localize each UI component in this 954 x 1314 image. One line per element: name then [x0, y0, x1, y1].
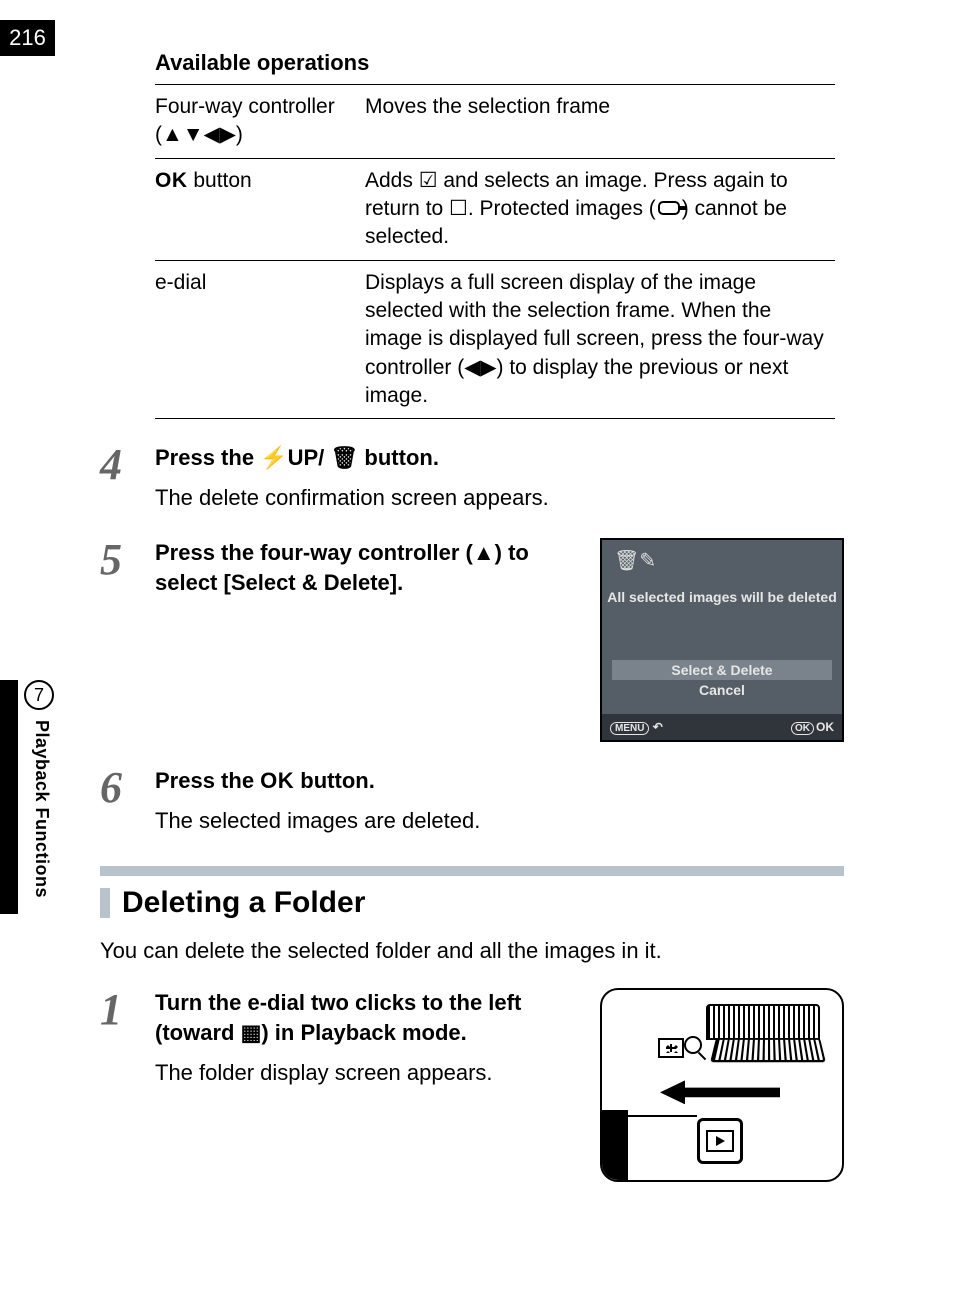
box-icon: ☐ [449, 197, 468, 220]
step-number: 4 [100, 443, 155, 513]
step-description: The delete confirmation screen appears. [155, 483, 844, 514]
lcd-select-delete-option: Select & Delete [612, 660, 832, 680]
lcd-confirmation-screen: 🗑✎ All selected images will be deleted S… [600, 538, 844, 742]
available-operations-table: Four-way controller (▲▼◀▶) Moves the sel… [155, 84, 835, 419]
left-arrow-icon [660, 1080, 780, 1104]
step-title-text: button. [358, 445, 439, 470]
operation-description: Adds ☑ and selects an image. Press again… [365, 158, 835, 260]
trash-select-icon: 🗑✎ [614, 548, 656, 573]
ok-text: OK [816, 720, 834, 734]
trash-icon: 🗑 [330, 445, 358, 470]
menu-badge: MENU [610, 722, 649, 735]
camera-illustration [600, 988, 844, 1182]
step-title-text: Press the [155, 768, 260, 793]
operation-description: Moves the selection frame [365, 85, 835, 159]
flash-up-label: ⚡UP [260, 445, 318, 470]
desc-text: . Protected images ( [468, 197, 656, 220]
step-5: 5 Press the four-way controller (▲) to s… [100, 538, 844, 742]
chapter-number-badge: 7 [24, 680, 54, 710]
e-dial-illustration [706, 1004, 820, 1040]
step-number: 6 [100, 766, 155, 836]
table-row: OK button Adds ☑ and selects an image. P… [155, 158, 835, 260]
e-dial-illustration-lower [710, 1038, 826, 1062]
section-divider [100, 866, 844, 876]
step-title-text: ) in Playback mode. [261, 1020, 466, 1045]
control-label: e-dial [155, 260, 365, 419]
step-description: The folder display screen appears. [155, 1058, 580, 1089]
available-operations-heading: Available operations [155, 50, 844, 76]
table-row: Four-way controller (▲▼◀▶) Moves the sel… [155, 85, 835, 159]
camera-grip [602, 1110, 628, 1180]
step-title-text: button. [294, 768, 375, 793]
step-title: Press the four-way controller (▲) to sel… [155, 538, 580, 597]
camera-edge [602, 1115, 697, 1117]
thumbnail-indicator-icon [658, 1038, 684, 1058]
section-intro: You can delete the selected folder and a… [100, 938, 844, 964]
step-description: The selected images are deleted. [155, 806, 844, 837]
magnifier-icon [684, 1036, 702, 1054]
lcd-bottom-bar: MENU ↶ OKOK [602, 714, 842, 740]
ok-badge: OK [791, 722, 814, 735]
section-heading: Deleting a Folder [100, 886, 844, 920]
protect-key-icon [658, 201, 680, 215]
step-number: 1 [100, 988, 155, 1182]
step-number: 5 [100, 538, 155, 742]
four-way-symbols: (▲▼◀▶) [155, 123, 243, 146]
page-number: 216 [0, 20, 55, 56]
back-arrow-icon: ↶ [653, 720, 663, 734]
control-suffix: button [188, 169, 252, 192]
table-row: e-dial Displays a full screen display of… [155, 260, 835, 419]
ok-label: OK [260, 768, 294, 793]
thumbnail-icon: ▦ [241, 1020, 262, 1045]
desc-text: Adds [365, 169, 419, 192]
check-icon: ☑ [419, 169, 438, 192]
operation-description: Displays a full screen display of the im… [365, 260, 835, 419]
slash: / [318, 445, 330, 470]
lcd-cancel-option: Cancel [602, 682, 842, 698]
playback-button-illustration [697, 1118, 743, 1164]
step-6: 6 Press the OK button. The selected imag… [100, 766, 844, 836]
side-tab-bar [0, 680, 18, 914]
control-label: Four-way controller [155, 95, 335, 118]
step-1: 1 Turn the e-dial two clicks to the left… [100, 988, 844, 1182]
lcd-message: All selected images will be deleted [602, 588, 842, 608]
step-4: 4 Press the ⚡UP/ 🗑 button. The delete co… [100, 443, 844, 513]
chapter-title-vertical: Playback Functions [24, 720, 52, 920]
step-title-text: Press the [155, 445, 260, 470]
ok-button-label: OK [155, 169, 188, 192]
